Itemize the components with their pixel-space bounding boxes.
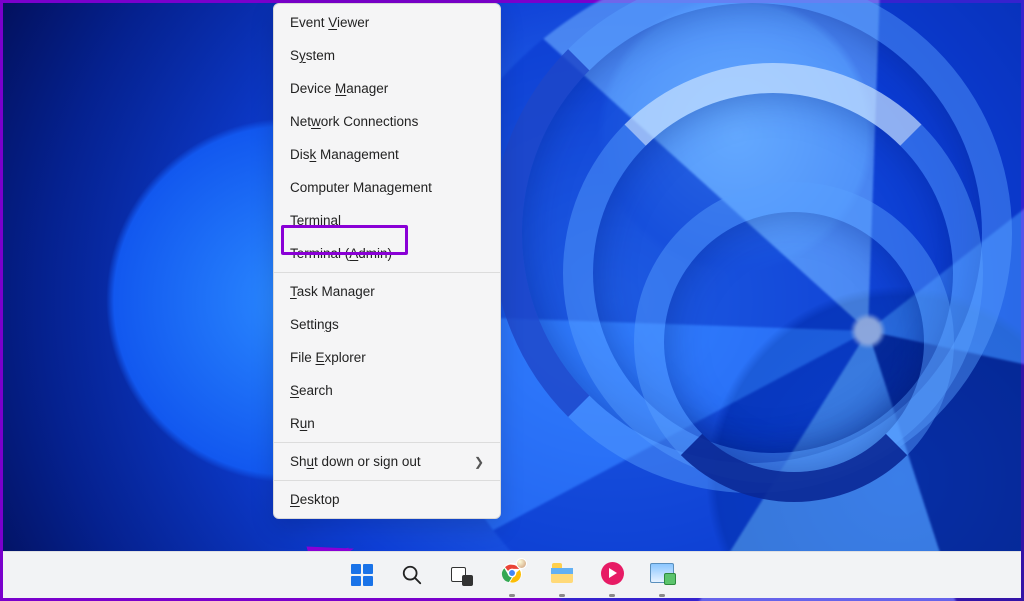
menu-item-search[interactable]: Search (274, 374, 500, 407)
menu-item-network-connections[interactable]: Network Connections (274, 105, 500, 138)
menu-item-label: Terminal (290, 213, 341, 228)
menu-item-system[interactable]: System (274, 39, 500, 72)
menu-item-label: File Explorer (290, 350, 366, 365)
menu-item-desktop[interactable]: Desktop (274, 483, 500, 516)
file-explorer-taskbar-button[interactable] (542, 553, 582, 593)
menu-item-event-viewer[interactable]: Event Viewer (274, 6, 500, 39)
taskbar (3, 551, 1021, 598)
menu-item-shut-down-or-sign-out[interactable]: Shut down or sign out ❯ (274, 445, 500, 478)
menu-separator (274, 480, 500, 481)
menu-item-label: Run (290, 416, 315, 431)
desktop-wallpaper (3, 3, 1021, 598)
menu-separator (274, 442, 500, 443)
menu-item-label: Settings (290, 317, 339, 332)
menu-separator (274, 272, 500, 273)
search-icon (401, 564, 423, 586)
menu-item-run[interactable]: Run (274, 407, 500, 440)
windows-logo-icon (351, 564, 373, 586)
winx-context-menu: Event Viewer System Device Manager Network … (273, 3, 501, 519)
control-panel-icon (650, 563, 674, 583)
menu-item-label: Disk Management (290, 147, 399, 162)
menu-item-label: Computer Management (290, 180, 432, 195)
menu-item-label: Shut down or sign out (290, 454, 421, 469)
media-app-taskbar-button[interactable] (592, 553, 632, 593)
menu-item-label: Terminal (Admin) (290, 246, 392, 261)
task-view-button[interactable] (442, 555, 482, 595)
menu-item-computer-management[interactable]: Computer Management (274, 171, 500, 204)
control-panel-taskbar-button[interactable] (642, 553, 682, 593)
menu-item-label: Network Connections (290, 114, 418, 129)
menu-item-device-manager[interactable]: Device Manager (274, 72, 500, 105)
media-app-icon (601, 562, 624, 585)
profile-badge-icon (516, 558, 527, 569)
search-button[interactable] (392, 555, 432, 595)
menu-item-file-explorer[interactable]: File Explorer (274, 341, 500, 374)
menu-item-disk-management[interactable]: Disk Management (274, 138, 500, 171)
menu-item-task-manager[interactable]: Task Manager (274, 275, 500, 308)
chrome-taskbar-button[interactable] (492, 553, 532, 593)
chevron-right-icon: ❯ (474, 455, 484, 469)
menu-item-terminal-admin[interactable]: Terminal (Admin) (274, 237, 500, 270)
menu-item-label: Task Manager (290, 284, 375, 299)
menu-item-label: Desktop (290, 492, 340, 507)
menu-item-settings[interactable]: Settings (274, 308, 500, 341)
menu-item-terminal[interactable]: Terminal (274, 204, 500, 237)
start-button[interactable] (342, 555, 382, 595)
menu-item-label: Device Manager (290, 81, 388, 96)
menu-item-label: System (290, 48, 335, 63)
file-explorer-icon (551, 563, 573, 583)
menu-item-label: Event Viewer (290, 15, 369, 30)
task-view-icon (451, 564, 473, 586)
menu-item-label: Search (290, 383, 333, 398)
